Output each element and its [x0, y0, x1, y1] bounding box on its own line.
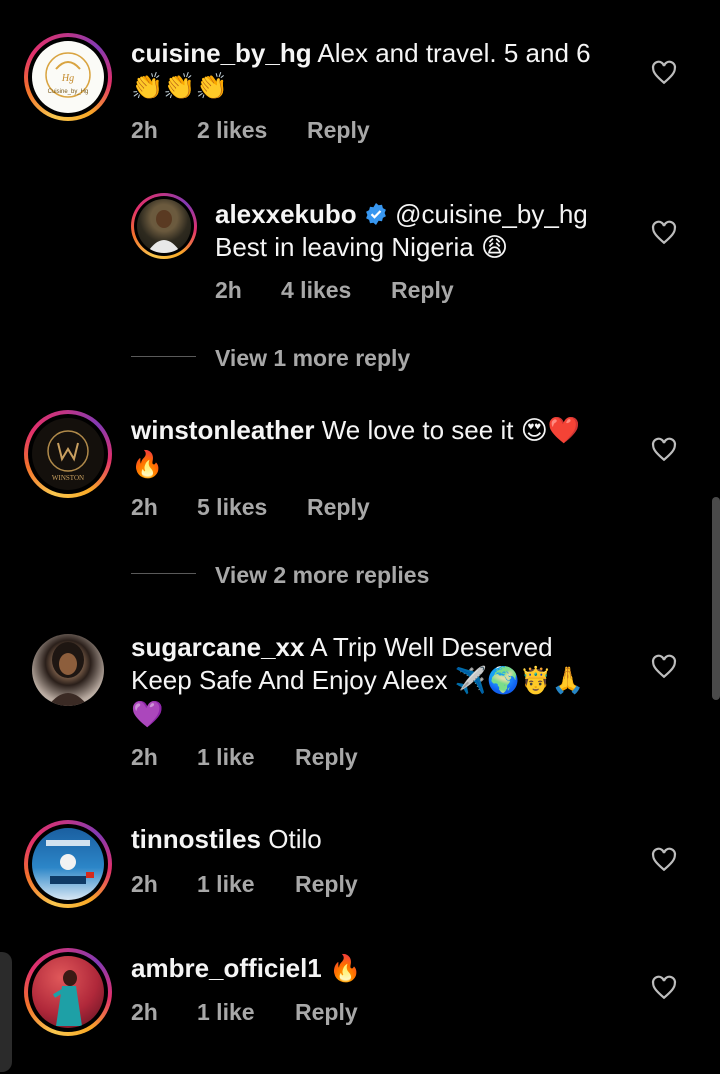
heart-outline-icon[interactable]: [651, 437, 677, 463]
svg-text:Cuisine_by_Hg: Cuisine_by_Hg: [48, 89, 89, 95]
comment-tinnostiles: tinnostiles Otilo 2h 1 like Reply: [0, 810, 720, 930]
avatar[interactable]: WINSTON: [24, 410, 112, 498]
comment-text: winstonleather We love to see it 😍❤️ 🔥: [131, 414, 651, 482]
username[interactable]: ambre_officiel1: [131, 953, 322, 983]
event-flyer-icon: [46, 840, 94, 884]
heart-outline-icon[interactable]: [651, 847, 677, 873]
view-more-replies-button[interactable]: View 2 more replies: [215, 562, 429, 589]
likes-count[interactable]: 2 likes: [197, 117, 267, 144]
comment-text: tinnostiles Otilo: [131, 823, 651, 856]
fire-emoji: 🔥: [328, 954, 362, 984]
svg-text:Hg: Hg: [61, 73, 74, 84]
username[interactable]: sugarcane_xx: [131, 632, 304, 662]
fire-emoji: 🔥: [131, 450, 164, 480]
heart-outline-icon[interactable]: [651, 654, 677, 680]
winston-logo-icon: WINSTON: [47, 430, 89, 482]
heart-outline-icon[interactable]: [651, 220, 677, 246]
weary-emoji: 😩: [480, 233, 509, 263]
avatar[interactable]: [24, 948, 112, 1036]
scrollbar[interactable]: [712, 497, 720, 700]
purple-heart-emoji: 💜: [131, 700, 164, 730]
comment-text: sugarcane_xx A Trip Well Deserved Keep S…: [131, 631, 651, 732]
username[interactable]: cuisine_by_hg: [131, 38, 312, 68]
comment-body: A Trip Well Deserved: [310, 632, 553, 662]
view-more-replies-button[interactable]: View 1 more reply: [215, 345, 410, 372]
likes-count[interactable]: 1 like: [197, 871, 255, 898]
reply-button[interactable]: Reply: [295, 871, 358, 898]
profile-photo-icon: [147, 210, 181, 253]
reply-button[interactable]: Reply: [307, 494, 370, 521]
reply-button[interactable]: Reply: [307, 117, 370, 144]
comment-winstonleather: WINSTON winstonleather We love to see it…: [0, 400, 720, 540]
reply-button[interactable]: Reply: [295, 999, 358, 1026]
divider: [131, 573, 196, 574]
heart-outline-icon[interactable]: [651, 60, 677, 86]
reply-button[interactable]: Reply: [391, 277, 454, 304]
likes-count[interactable]: 1 like: [197, 999, 255, 1026]
timestamp: 2h: [215, 277, 242, 303]
edge-panel-handle[interactable]: [0, 952, 12, 1072]
clap-emoji: 👏👏👏: [131, 72, 229, 102]
comment-body: Otilo: [268, 824, 322, 854]
reply-button[interactable]: Reply: [295, 744, 358, 771]
username[interactable]: winstonleather: [131, 415, 314, 445]
travel-emoji: ✈️🌍🤴🙏: [454, 666, 585, 696]
divider: [131, 356, 196, 357]
cuisine-logo-icon: Hg Cuisine_by_Hg: [45, 52, 91, 98]
comment-ambre-officiel1: ambre_officiel1 🔥 2h 1 like Reply: [0, 938, 720, 1068]
profile-photo-icon: [52, 970, 82, 1026]
comment-cuisine-by-hg: Hg Cuisine_by_Hg cuisine_by_hg Alex and …: [0, 0, 720, 170]
comment-body: Alex and travel. 5 and 6: [317, 38, 591, 68]
timestamp: 2h: [131, 999, 158, 1025]
username[interactable]: alexxekubo: [215, 199, 357, 229]
heart-outline-icon[interactable]: [651, 975, 677, 1001]
mention-link[interactable]: @cuisine_by_hg: [395, 199, 588, 229]
verified-badge-icon: [365, 203, 386, 225]
likes-count[interactable]: 5 likes: [197, 494, 267, 521]
comment-body-line2: Keep Safe And Enjoy Aleex: [131, 665, 448, 695]
likes-count[interactable]: 1 like: [197, 744, 255, 771]
timestamp: 2h: [131, 744, 158, 770]
svg-text:WINSTON: WINSTON: [52, 474, 84, 482]
username[interactable]: tinnostiles: [131, 824, 261, 854]
avatar[interactable]: [24, 820, 112, 908]
comment-text: ambre_officiel1 🔥: [131, 952, 651, 986]
comment-sugarcane-xx: sugarcane_xx A Trip Well Deserved Keep S…: [0, 620, 720, 790]
comment-body: We love to see it: [321, 415, 514, 445]
heart-eyes-emoji: 😍❤️: [520, 416, 581, 446]
timestamp: 2h: [131, 117, 158, 143]
comment-body: Best in leaving Nigeria: [215, 232, 474, 262]
comment-text: cuisine_by_hg Alex and travel. 5 and 6 👏…: [131, 37, 651, 104]
avatar[interactable]: [131, 193, 197, 259]
comment-text: alexxekubo @cuisine_by_hg Best in leavin…: [215, 198, 635, 265]
avatar[interactable]: [32, 634, 104, 706]
avatar[interactable]: Hg Cuisine_by_Hg: [24, 33, 112, 121]
likes-count[interactable]: 4 likes: [281, 277, 351, 304]
timestamp: 2h: [131, 871, 158, 897]
reply-alexxekubo: alexxekubo @cuisine_by_hg Best in leavin…: [0, 170, 720, 320]
timestamp: 2h: [131, 494, 158, 520]
profile-photo-icon: [48, 642, 88, 706]
